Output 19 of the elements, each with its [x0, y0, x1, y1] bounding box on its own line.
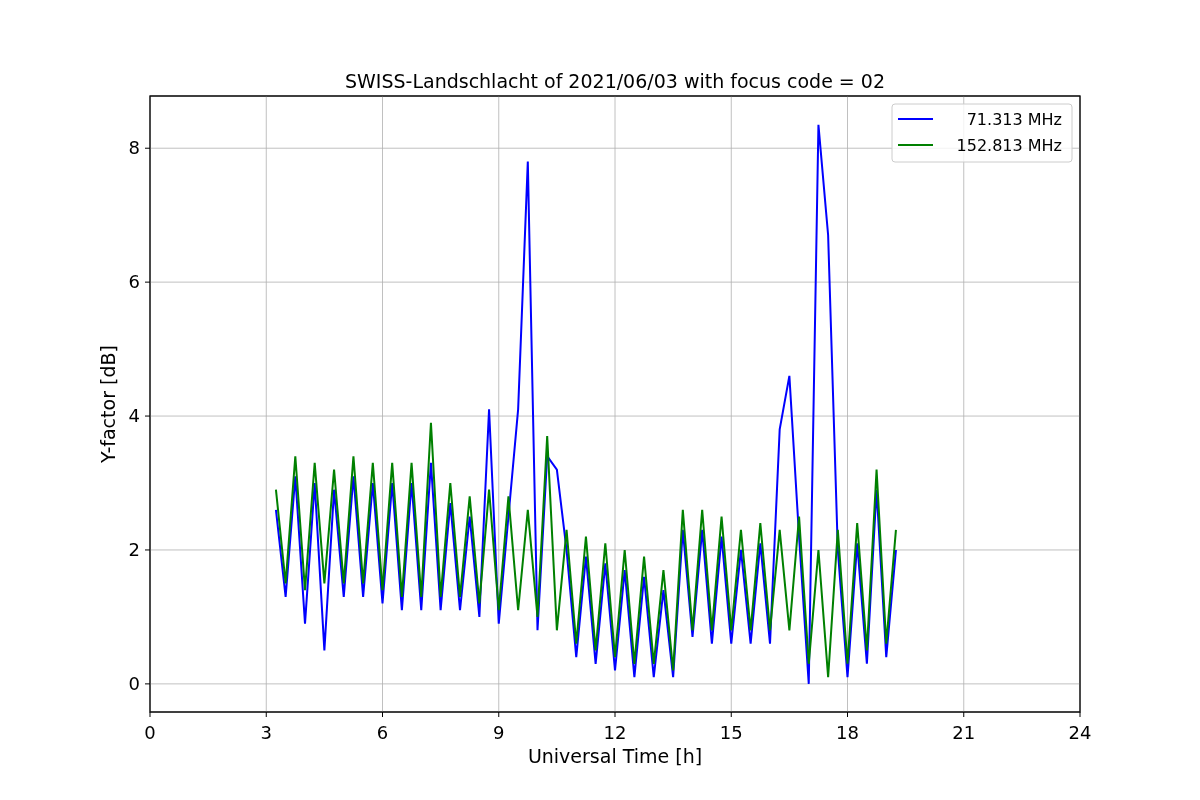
x-tick-label: 6 — [376, 722, 389, 743]
x-tick-label: 12 — [603, 722, 627, 743]
x-tick-label: 24 — [1068, 722, 1092, 743]
x-tick-label: 21 — [952, 722, 976, 743]
chart-title: SWISS-Landschlacht of 2021/06/03 with focus code = 02 — [345, 70, 885, 92]
y-tick-label: 8 — [128, 137, 140, 159]
y-axis-label: Y-factor [dB] — [97, 345, 119, 463]
x-tick-label: 18 — [836, 722, 859, 743]
x-axis-label: Universal Time [h] — [527, 745, 703, 767]
x-tick-label: 15 — [719, 722, 743, 743]
x-tick-label: 9 — [493, 722, 505, 743]
y-tick-label: 6 — [128, 271, 140, 293]
y-tick-label: 4 — [128, 405, 140, 427]
legend-label: 152.813 MHz — [956, 136, 1062, 155]
x-tick-label: 0 — [144, 722, 156, 743]
y-tick-label: 0 — [128, 672, 140, 694]
x-tick-label: 3 — [260, 722, 272, 743]
y-tick-label: 2 — [128, 538, 140, 560]
legend-label: 71.313 MHz — [966, 110, 1062, 129]
